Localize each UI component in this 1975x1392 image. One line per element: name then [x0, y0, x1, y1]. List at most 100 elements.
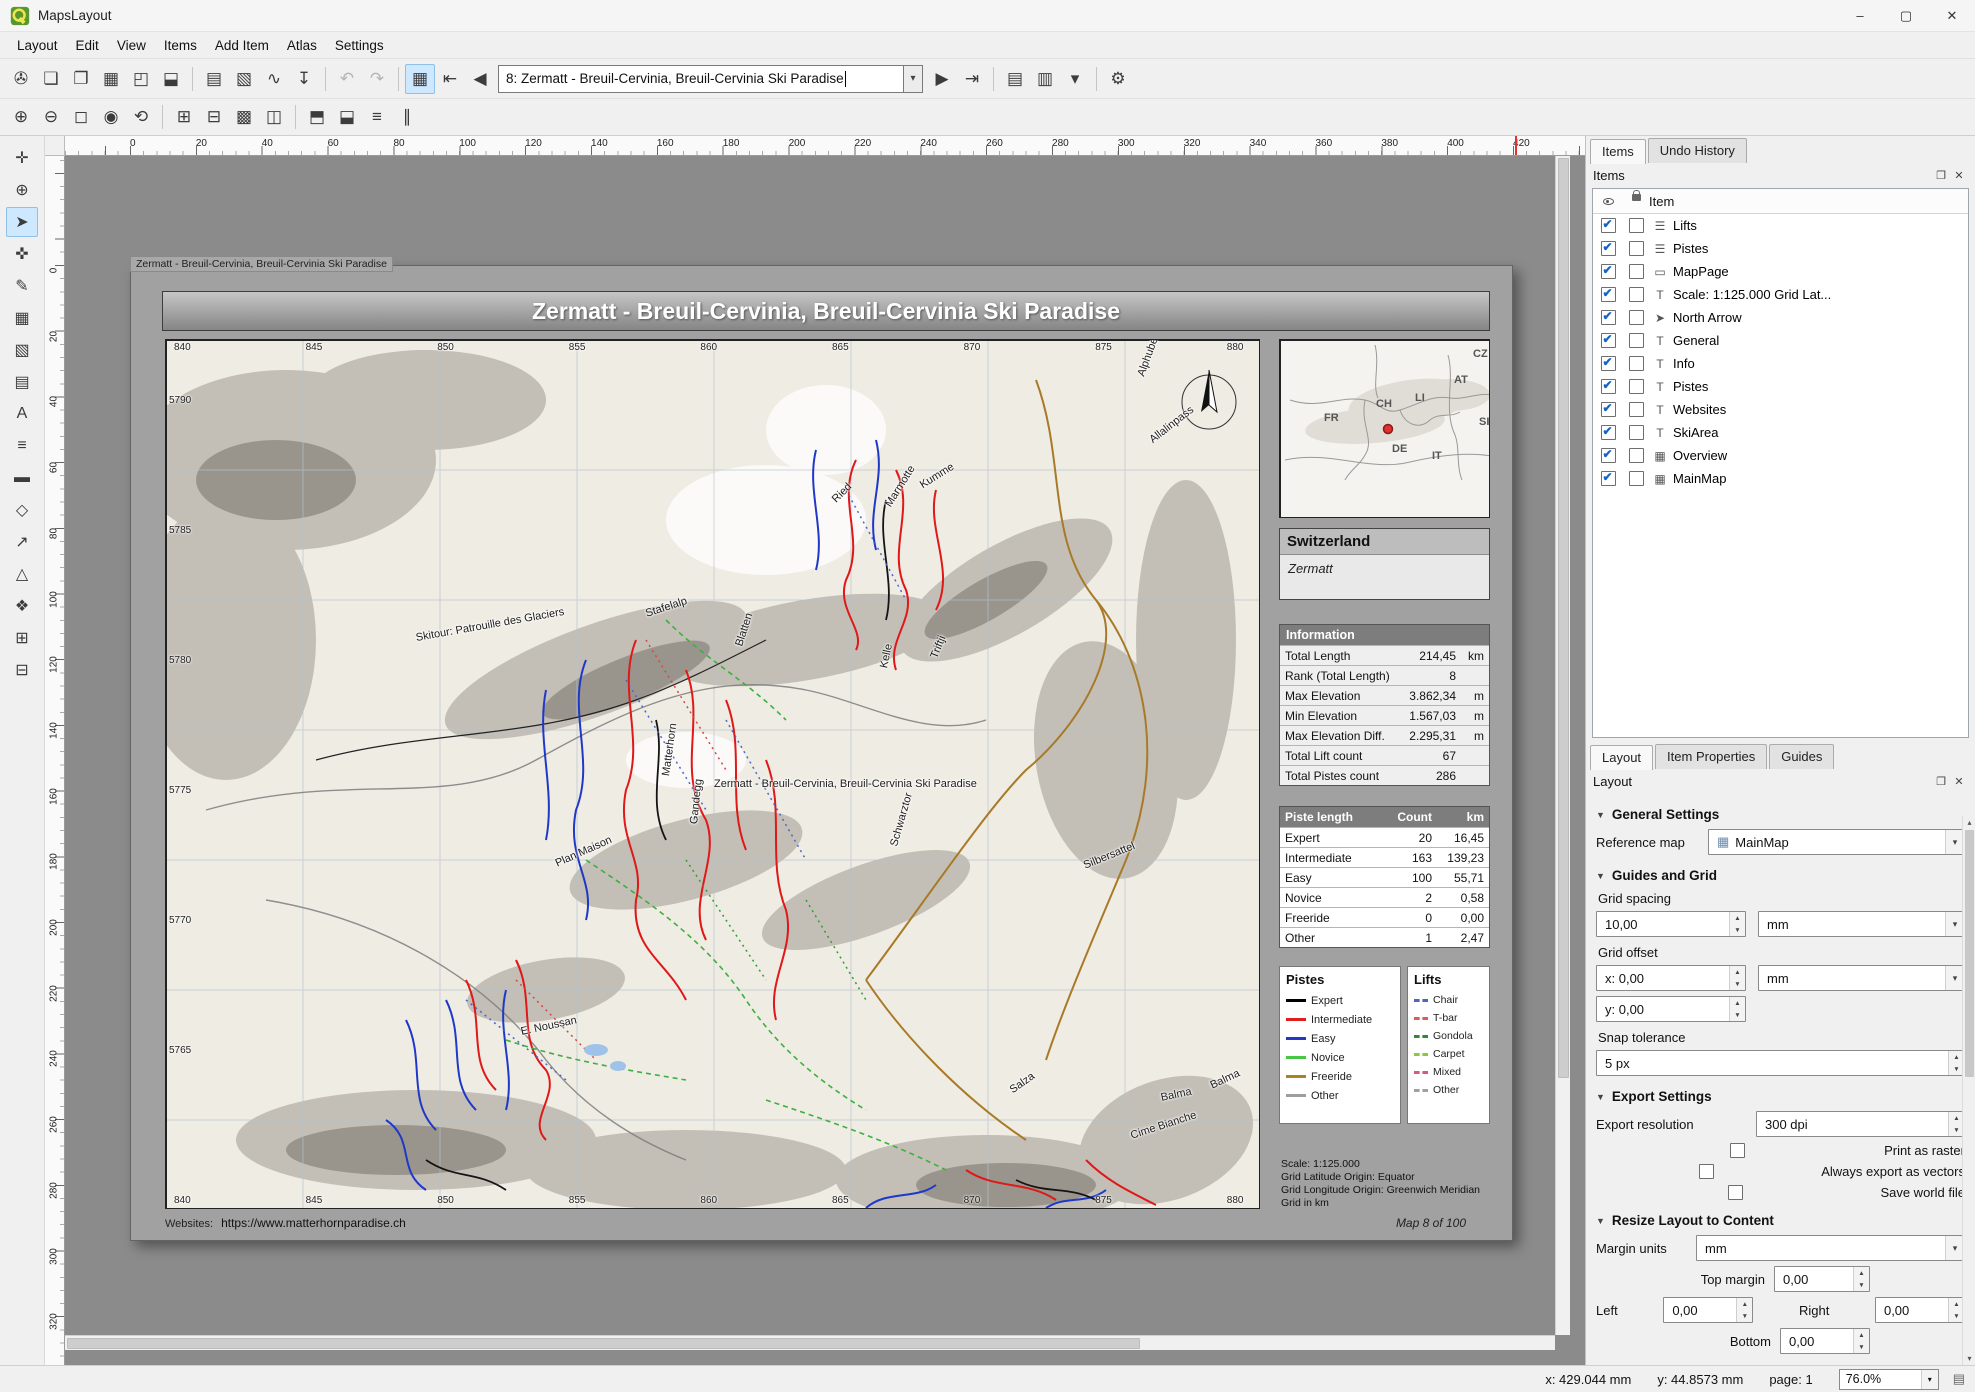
lifts-legend-item[interactable]: Lifts Chair T-bar [1407, 966, 1490, 1124]
close-panel-icon[interactable]: ✕ [1950, 169, 1968, 182]
lock-checkbox[interactable] [1629, 402, 1644, 417]
country-info-item[interactable]: Switzerland Zermatt [1279, 528, 1490, 600]
add-fixed-table-button[interactable]: ⊟ [6, 655, 38, 685]
print-layout-button[interactable]: ▤ [199, 64, 229, 94]
select-move-item-tool[interactable]: ➤ [6, 207, 38, 237]
add-html-button[interactable]: ❖ [6, 591, 38, 621]
add-legend-button[interactable]: ≡ [6, 431, 38, 461]
show-guides-button[interactable]: ▩ [229, 102, 259, 132]
export-settings-section[interactable]: ▼ Export Settings [1596, 1089, 1965, 1104]
visibility-checkbox[interactable] [1601, 448, 1616, 463]
visibility-checkbox[interactable] [1601, 425, 1616, 440]
lock-checkbox[interactable] [1629, 241, 1644, 256]
reference-map-combo[interactable]: ▦ MainMap ▾ [1708, 829, 1965, 855]
dock-tab[interactable]: Layout [1590, 745, 1653, 770]
canvas-horizontal-scrollbar[interactable] [65, 1335, 1555, 1350]
option-checkbox[interactable] [1730, 1143, 1745, 1158]
menu-item[interactable]: Atlas [278, 35, 326, 56]
layout-item-row[interactable]: T Websites [1593, 398, 1968, 421]
layout-item-row[interactable]: T Scale: 1:125.000 Grid Lat... [1593, 283, 1968, 306]
right-margin-spin[interactable]: 0,00 ▲▼ [1875, 1297, 1965, 1323]
scrollbar-thumb[interactable] [1965, 830, 1974, 1077]
lower-items-button[interactable]: ⬓ [332, 102, 362, 132]
spin-buttons[interactable]: ▲▼ [1729, 997, 1745, 1021]
dock-tab[interactable]: Undo History [1648, 138, 1747, 163]
lock-checkbox[interactable] [1629, 379, 1644, 394]
atlas-first-feature-button[interactable]: ⇤ [435, 64, 465, 94]
visibility-checkbox[interactable] [1601, 402, 1616, 417]
visibility-checkbox[interactable] [1601, 241, 1616, 256]
visibility-checkbox[interactable] [1601, 379, 1616, 394]
margin-units-combo[interactable]: mm ▾ [1696, 1235, 1965, 1261]
spin-buttons[interactable]: ▲▼ [1853, 1329, 1869, 1353]
add-map-button[interactable]: ▦ [6, 303, 38, 333]
add-label-button[interactable]: A [6, 399, 38, 429]
add-picture-button[interactable]: ▤ [6, 367, 38, 397]
layout-item-row[interactable]: T General [1593, 329, 1968, 352]
zoom-actual-button[interactable]: ◉ [96, 102, 126, 132]
float-panel-icon[interactable]: ❐ [1932, 775, 1950, 788]
guides-grid-section[interactable]: ▼ Guides and Grid [1596, 868, 1965, 883]
close-panel-icon[interactable]: ✕ [1950, 775, 1968, 788]
menu-item[interactable]: Settings [326, 35, 393, 56]
undo-button[interactable]: ↶ [332, 64, 362, 94]
export-resolution-spin[interactable]: 300 dpi ▲▼ [1756, 1111, 1965, 1137]
minimize-button[interactable]: – [1837, 0, 1883, 31]
scroll-down-arrow[interactable]: ▾ [1963, 1352, 1975, 1365]
align-items-button[interactable]: ≡ [362, 102, 392, 132]
scrollbar-thumb[interactable] [67, 1338, 1140, 1349]
atlas-feature-combo[interactable]: 8: Zermatt - Breuil-Cervinia, Breuil-Cer… [498, 65, 904, 93]
option-checkbox[interactable] [1728, 1185, 1743, 1200]
chevron-down-icon[interactable]: ▾ [1921, 1370, 1938, 1389]
export-svg-button[interactable]: ∿ [259, 64, 289, 94]
layout-item-row[interactable]: T Pistes [1593, 375, 1968, 398]
left-margin-spin[interactable]: 0,00 ▲▼ [1663, 1297, 1753, 1323]
messages-icon[interactable]: ▤ [1953, 1371, 1965, 1387]
menu-item[interactable]: Edit [67, 35, 108, 56]
grid-offset-unit-combo[interactable]: mm ▾ [1758, 965, 1965, 991]
menu-item[interactable]: View [108, 35, 155, 56]
open-folder-button[interactable]: ◰ [126, 64, 156, 94]
page-title-banner[interactable]: Zermatt - Breuil-Cervinia, Breuil-Cervin… [162, 291, 1490, 331]
scrollbar-thumb[interactable] [1558, 158, 1569, 1078]
atlas-settings-button[interactable]: ⚙ [1103, 64, 1133, 94]
add-attribute-table-button[interactable]: ⊞ [6, 623, 38, 653]
snap-grid-button[interactable]: ⊟ [199, 102, 229, 132]
general-settings-section[interactable]: ▼ General Settings [1596, 807, 1965, 822]
print-atlas-button[interactable]: ▤ [1000, 64, 1030, 94]
float-panel-icon[interactable]: ❐ [1932, 169, 1950, 182]
save-project-button[interactable]: ✇ [6, 64, 36, 94]
visibility-checkbox[interactable] [1601, 356, 1616, 371]
pistes-legend-item[interactable]: Pistes Expert Inter [1279, 966, 1401, 1124]
maximize-button[interactable]: ▢ [1883, 0, 1929, 31]
snap-tolerance-spin[interactable]: 5 px ▲▼ [1596, 1050, 1965, 1076]
layout-item-row[interactable]: T SkiArea [1593, 421, 1968, 444]
scroll-up-arrow[interactable]: ▴ [1963, 816, 1975, 829]
edit-nodes-tool[interactable]: ✎ [6, 271, 38, 301]
dock-tab[interactable]: Items [1590, 139, 1646, 164]
atlas-next-feature-button[interactable]: ▶ [927, 64, 957, 94]
export-pdf-button[interactable]: ↧ [289, 64, 319, 94]
resize-layout-section[interactable]: ▼ Resize Layout to Content [1596, 1213, 1965, 1228]
add-shape-button[interactable]: ◇ [6, 495, 38, 525]
lock-checkbox[interactable] [1629, 333, 1644, 348]
zoom-in-button[interactable]: ⊕ [6, 102, 36, 132]
spin-buttons[interactable]: ▲▼ [1736, 1298, 1752, 1322]
piste-length-table-item[interactable]: Piste length Count km Expert 20 16,45 [1279, 806, 1490, 948]
save-as-template-button[interactable]: ⬓ [156, 64, 186, 94]
atlas-last-feature-button[interactable]: ⇥ [957, 64, 987, 94]
layout-item-row[interactable]: ▭ MapPage [1593, 260, 1968, 283]
visibility-checkbox[interactable] [1601, 287, 1616, 302]
dock-tab[interactable]: Guides [1769, 744, 1834, 769]
visibility-checkbox[interactable] [1601, 310, 1616, 325]
information-table-item[interactable]: Information Total Length 214,45 km Rank … [1279, 624, 1490, 786]
layout-item-row[interactable]: ☰ Lifts [1593, 214, 1968, 237]
option-checkbox[interactable] [1699, 1164, 1714, 1179]
visibility-checkbox[interactable] [1601, 471, 1616, 486]
zoom-tool[interactable]: ⊕ [6, 175, 38, 205]
close-button[interactable]: ✕ [1929, 0, 1975, 31]
snap-guides-button[interactable]: ◫ [259, 102, 289, 132]
layout-item-row[interactable]: ▦ MainMap [1593, 467, 1968, 490]
visibility-checkbox[interactable] [1601, 218, 1616, 233]
bottom-margin-spin[interactable]: 0,00 ▲▼ [1780, 1328, 1870, 1354]
